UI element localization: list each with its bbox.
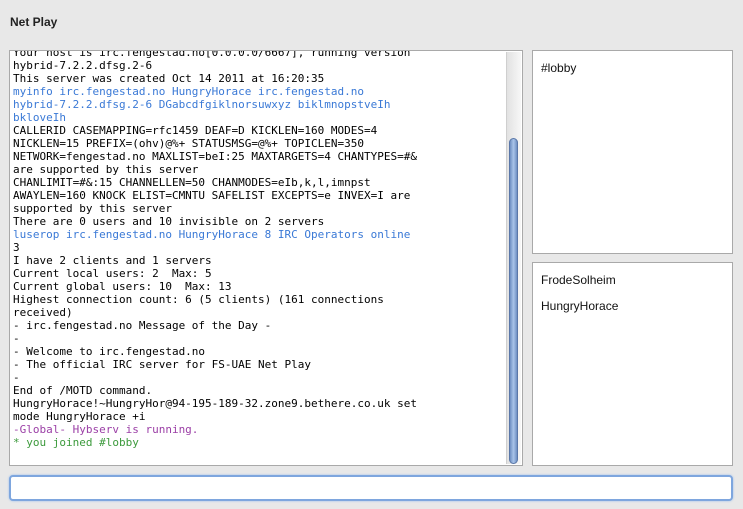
chat-line: hybrid-7.2.2.dfsg.2-6 bbox=[13, 59, 153, 72]
chat-line: NETWORK=fengestad.no MAXLIST=beI:25 MAXT… bbox=[13, 150, 417, 163]
chat-line: CALLERID CASEMAPPING=rfc1459 DEAF=D KICK… bbox=[13, 124, 378, 137]
chat-log-panel[interactable]: Your host is irc.fengestad.no[0.0.0.0/66… bbox=[9, 50, 523, 466]
chat-line: I have 2 clients and 1 servers bbox=[13, 254, 212, 267]
window-title: Net Play bbox=[10, 15, 58, 29]
user-item-frodesolheim[interactable]: FrodeSolheim bbox=[541, 273, 616, 287]
chat-line: - The official IRC server for FS-UAE Net… bbox=[13, 358, 312, 371]
chat-line: CHANLIMIT=#&:15 CHANNELLEN=50 CHANMODES=… bbox=[13, 176, 371, 189]
chat-line: 3 bbox=[13, 241, 20, 254]
chat-input-wrapper bbox=[9, 475, 733, 501]
chat-line: HungryHorace!~HungryHor@94-195-189-32.zo… bbox=[13, 397, 417, 410]
chat-line: Current global users: 10 Max: 13 bbox=[13, 280, 232, 293]
chat-scrollbar[interactable] bbox=[506, 52, 521, 464]
chat-line: Your host is irc.fengestad.no[0.0.0.0/66… bbox=[13, 50, 411, 59]
chat-line: Highest connection count: 6 (5 clients) … bbox=[13, 293, 384, 306]
chat-line: supported by this server bbox=[13, 202, 172, 215]
chat-line: mode HungryHorace +i bbox=[13, 410, 146, 423]
chat-line: - Welcome to irc.fengestad.no bbox=[13, 345, 206, 358]
user-list[interactable]: FrodeSolheim HungryHorace bbox=[532, 262, 733, 466]
chat-line: myinfo irc.fengestad.no HungryHorace irc… bbox=[13, 85, 364, 98]
chat-line: luserop irc.fengestad.no HungryHorace 8 … bbox=[13, 228, 411, 241]
chat-line: received) bbox=[13, 306, 73, 319]
chat-line: hybrid-7.2.2.dfsg.2-6 DGabcdfgiklnorsuwx… bbox=[13, 98, 391, 111]
user-item-hungryhorace[interactable]: HungryHorace bbox=[541, 299, 618, 313]
chat-line: - bbox=[13, 332, 20, 345]
chat-line: This server was created Oct 14 2011 at 1… bbox=[13, 72, 325, 85]
chat-line: * you joined #lobby bbox=[13, 436, 139, 449]
chat-scrollbar-thumb[interactable] bbox=[509, 138, 518, 464]
chat-line: There are 0 users and 10 invisible on 2 … bbox=[13, 215, 325, 228]
chat-line: Current local users: 2 Max: 5 bbox=[13, 267, 212, 280]
chat-line: - bbox=[13, 371, 20, 384]
chat-line: AWAYLEN=160 KNOCK ELIST=CMNTU SAFELIST E… bbox=[13, 189, 411, 202]
chat-line: bkloveIh bbox=[13, 111, 66, 124]
channel-list[interactable]: #lobby bbox=[532, 50, 733, 254]
channel-item-lobby[interactable]: #lobby bbox=[541, 61, 576, 75]
chat-line: End of /MOTD command. bbox=[13, 384, 153, 397]
chat-line: -Global- Hybserv is running. bbox=[13, 423, 199, 436]
chat-line: are supported by this server bbox=[13, 163, 199, 176]
chat-line: - irc.fengestad.no Message of the Day - bbox=[13, 319, 272, 332]
chat-line: NICKLEN=15 PREFIX=(ohv)@%+ STATUSMSG=@%+… bbox=[13, 137, 364, 150]
chat-log: Your host is irc.fengestad.no[0.0.0.0/66… bbox=[13, 50, 504, 449]
chat-input[interactable] bbox=[11, 477, 731, 499]
